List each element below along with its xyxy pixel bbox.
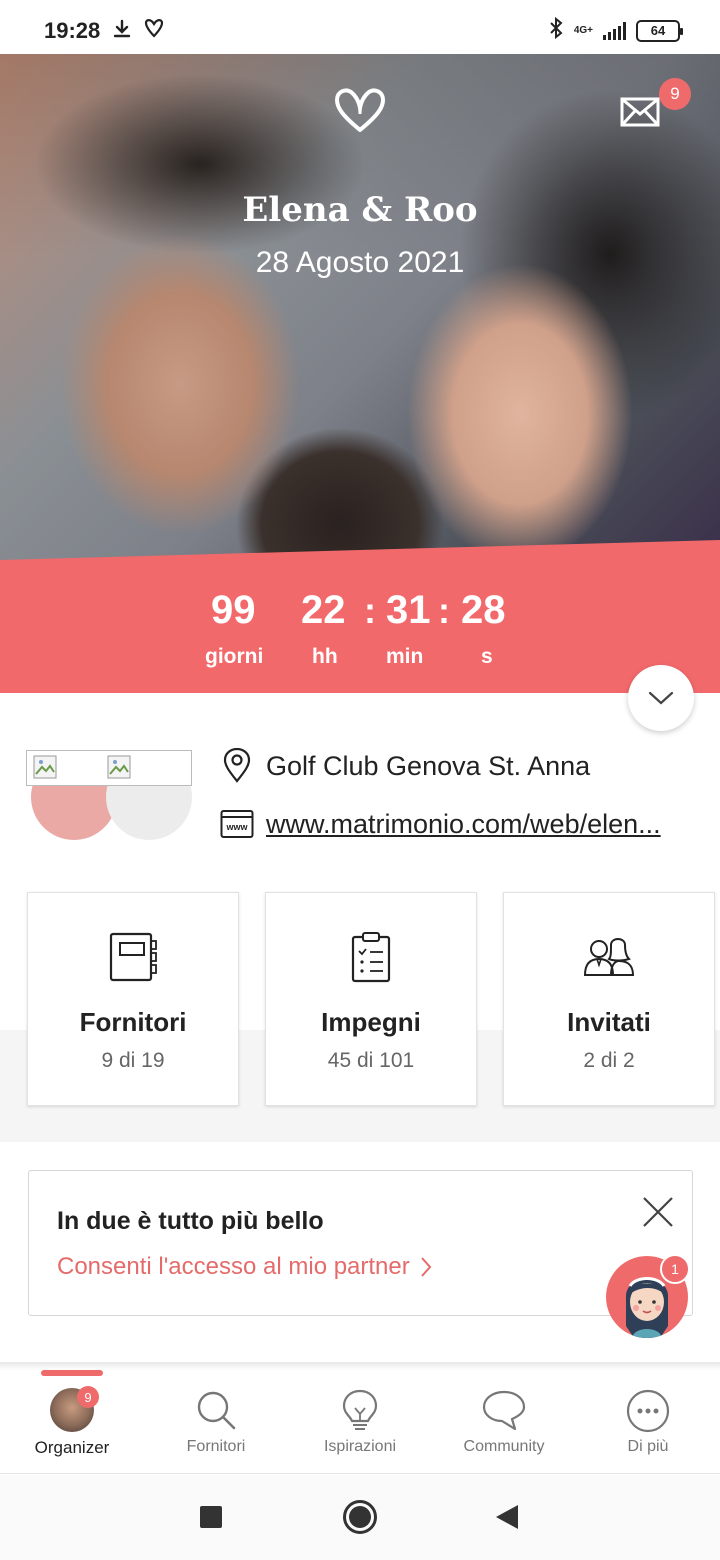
nav-item-di-piu[interactable]: Di più: [576, 1370, 720, 1474]
status-time: 19:28: [44, 18, 101, 43]
countdown-seconds-label: s: [481, 645, 493, 668]
chevron-right-icon: [421, 1257, 432, 1277]
chevron-down-icon: [648, 691, 674, 705]
card-fornitori[interactable]: Fornitori 9 di 19: [27, 892, 239, 1106]
card-title: Fornitori: [79, 1007, 187, 1037]
assistant-badge: 1: [660, 1254, 690, 1284]
mail-button[interactable]: [620, 96, 664, 132]
bluetooth-icon: [548, 16, 564, 45]
home-button[interactable]: [343, 1500, 377, 1534]
nav-item-ispirazioni[interactable]: Ispirazioni: [288, 1370, 432, 1474]
system-navigation-bar: [0, 1475, 720, 1560]
close-icon[interactable]: [641, 1195, 675, 1229]
card-invitati[interactable]: Invitati 2 di 2: [503, 892, 715, 1106]
guests-icon: [504, 931, 714, 983]
more-dots-icon: [576, 1388, 720, 1434]
couple-names: Elena & Roo: [242, 190, 478, 230]
nav-item-community[interactable]: Community: [432, 1370, 576, 1474]
search-icon: [144, 1388, 288, 1432]
notebook-icon: [28, 931, 238, 983]
recents-button[interactable]: [200, 1506, 222, 1528]
countdown-days: 99: [211, 588, 256, 632]
promo-link[interactable]: Consenti l'accesso al mio partner: [57, 1253, 432, 1281]
battery-level: 64: [650, 23, 666, 38]
venue-row[interactable]: Golf Club Genova St. Anna: [220, 748, 590, 784]
website-row[interactable]: www www.matrimonio.com/web/elen...: [220, 808, 690, 840]
card-progress: 9 di 19: [101, 1049, 165, 1072]
web-icon: www: [220, 810, 254, 838]
partner-promo-banner: In due è tutto più bello Consenti l'acce…: [28, 1170, 693, 1316]
card-impegni[interactable]: Impegni 45 di 101: [265, 892, 477, 1106]
network-type-label: 4G+: [573, 24, 593, 36]
mail-icon: [620, 97, 660, 127]
chat-bubble-icon: [432, 1388, 576, 1432]
countdown-separator: :: [364, 590, 376, 631]
countdown-hours: 22: [301, 588, 346, 632]
card-title: Impegni: [321, 1007, 421, 1037]
nav-item-organizer[interactable]: 9 Organizer: [0, 1370, 144, 1474]
nav-label: Ispirazioni: [323, 1438, 397, 1455]
battery-icon: 64: [636, 19, 683, 42]
status-system-icons: 4G+ 64: [548, 16, 683, 45]
nav-label: Fornitori: [186, 1438, 246, 1455]
heart-logo-icon: [333, 86, 387, 136]
promo-title: In due è tutto più bello: [57, 1207, 324, 1235]
countdown-separator: :: [438, 590, 450, 631]
bottom-nav-shadow: [0, 1362, 720, 1370]
countdown-minutes-label: min: [386, 645, 424, 668]
profile-avatar-icon: [0, 1388, 144, 1432]
promo-link-label: Consenti l'accesso al mio partner: [57, 1253, 410, 1280]
location-pin-icon: [223, 748, 251, 783]
nav-label: Di più: [627, 1438, 669, 1455]
status-bar: 19:28 4G+ 64: [0, 0, 720, 54]
download-icon: [112, 19, 132, 44]
broken-image-icon: [107, 755, 131, 779]
countdown-hours-label: hh: [312, 645, 338, 668]
nav-label: Organizer: [34, 1438, 110, 1457]
bottom-navigation: 9 Organizer Fornitori Ispirazioni Commun…: [0, 1370, 720, 1474]
svg-text:www: www: [225, 822, 248, 832]
signal-icon: [603, 21, 626, 40]
app-screen: 19:28 4G+ 64 9 Elena & Roo 28 Agosto 202…: [0, 0, 720, 1560]
active-tab-indicator: [41, 1370, 103, 1376]
mail-badge: 9: [659, 78, 691, 110]
website-link[interactable]: www.matrimonio.com/web/elen...: [266, 809, 690, 840]
couple-avatars[interactable]: [26, 748, 196, 848]
card-progress: 45 di 101: [327, 1049, 415, 1072]
nav-badge: 9: [77, 1386, 99, 1408]
nav-label: Community: [463, 1438, 545, 1455]
countdown-band: 99 22 : 31 : 28 giorni hh min s: [0, 540, 720, 693]
countdown-minutes: 31: [386, 588, 431, 632]
countdown-days-label: giorni: [205, 645, 264, 668]
back-button[interactable]: [496, 1505, 518, 1529]
nav-item-fornitori[interactable]: Fornitori: [144, 1370, 288, 1474]
wedding-date: 28 Agosto 2021: [255, 246, 465, 279]
home-icon: [349, 1506, 371, 1528]
broken-image-icon: [33, 755, 57, 779]
heart-outline-icon: [142, 18, 166, 45]
card-progress: 2 di 2: [583, 1049, 635, 1072]
card-title: Invitati: [567, 1007, 651, 1037]
lightbulb-icon: [288, 1388, 432, 1434]
expand-button[interactable]: [628, 665, 694, 731]
venue-name: Golf Club Genova St. Anna: [266, 750, 591, 781]
status-notification-icons: [112, 18, 166, 45]
checklist-icon: [266, 931, 476, 983]
countdown-seconds: 28: [461, 588, 506, 632]
